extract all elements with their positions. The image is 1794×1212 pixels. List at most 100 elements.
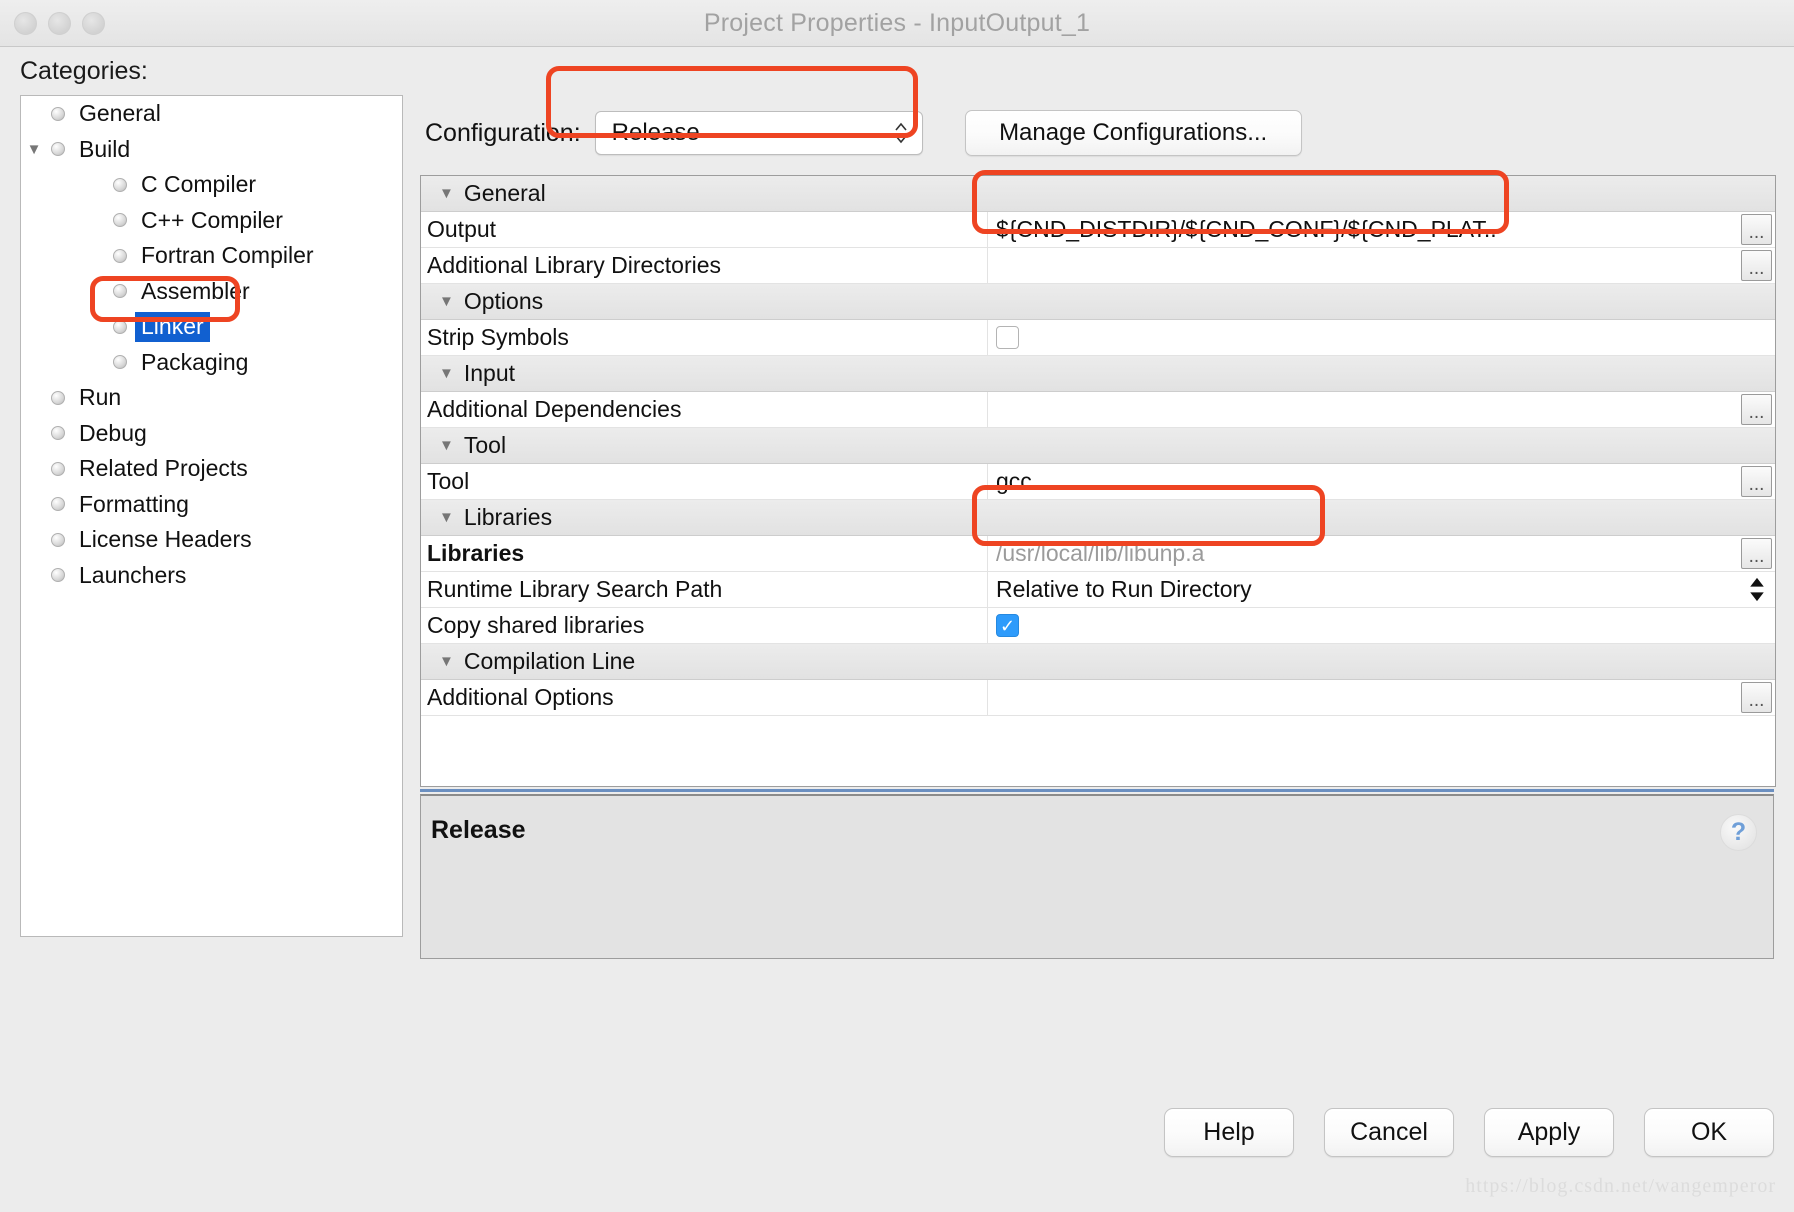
property-group-general[interactable]: ▼ General bbox=[421, 176, 1775, 212]
apply-button[interactable]: Apply bbox=[1484, 1108, 1614, 1157]
tree-expand-arrow-icon[interactable]: ▼ bbox=[21, 141, 47, 158]
configuration-select[interactable]: Release bbox=[594, 111, 923, 155]
property-label: Libraries bbox=[421, 536, 988, 571]
checkbox-strip-symbols[interactable] bbox=[996, 326, 1019, 349]
tree-node-bullet-icon bbox=[109, 355, 131, 370]
property-row-output: Output ${CND_DISTDIR}/${CND_CONF}/${CND_P… bbox=[421, 212, 1775, 248]
sidebar-item-label: General bbox=[79, 100, 161, 127]
sidebar-item-license-headers[interactable]: License Headers bbox=[21, 522, 402, 558]
sidebar-item-label: Formatting bbox=[79, 490, 189, 517]
sidebar-item-formatting[interactable]: Formatting bbox=[21, 487, 402, 523]
property-label: Output bbox=[421, 212, 988, 247]
browse-ellipsis-button-libraries[interactable]: ... bbox=[1741, 538, 1772, 569]
sidebar-item-general[interactable]: General bbox=[21, 96, 402, 132]
tree-node-bullet-icon bbox=[47, 390, 69, 405]
property-label: Additional Options bbox=[421, 680, 988, 715]
property-value-field-additional-library-directories[interactable]: ... bbox=[988, 248, 1775, 283]
project-properties-window: Project Properties - InputOutput_1 Categ… bbox=[0, 0, 1794, 1212]
checkbox-copy-shared-libraries[interactable]: ✓ bbox=[996, 614, 1019, 637]
dialog-body: Categories: General ▼ Build C Compiler C++ C… bbox=[0, 47, 1794, 1212]
tree-node-bullet-icon bbox=[47, 461, 69, 476]
tree-node-bullet-icon bbox=[47, 532, 69, 547]
property-value-field-copy-shared-libraries[interactable]: ✓ bbox=[988, 608, 1775, 643]
property-value-field-output[interactable]: ${CND_DISTDIR}/${CND_CONF}/${CND_PLAT...… bbox=[988, 212, 1775, 247]
property-row-tool: Tool gcc... bbox=[421, 464, 1775, 500]
property-group-compilation-line[interactable]: ▼ Compilation Line bbox=[421, 644, 1775, 680]
property-group-label: Options bbox=[463, 288, 544, 314]
chevron-down-icon[interactable]: ▼ bbox=[439, 185, 454, 202]
manage-configurations-button[interactable]: Manage Configurations... bbox=[964, 110, 1302, 156]
watermark-text: https://blog.csdn.net/wangemperor bbox=[1465, 1175, 1776, 1197]
chevron-updown-icon bbox=[894, 120, 908, 146]
categories-tree[interactable]: General ▼ Build C Compiler C++ Compiler Fortr… bbox=[20, 95, 403, 937]
ok-button[interactable]: OK bbox=[1644, 1108, 1774, 1157]
browse-ellipsis-button-output[interactable]: ... bbox=[1741, 214, 1772, 245]
sidebar-item-linker[interactable]: Linker bbox=[21, 309, 402, 345]
property-group-label: Libraries bbox=[463, 504, 553, 530]
sidebar-item-launchers[interactable]: Launchers bbox=[21, 558, 402, 594]
property-label: Strip Symbols bbox=[421, 320, 988, 355]
sidebar-item-build[interactable]: ▼ Build bbox=[21, 132, 402, 168]
property-row-runtime-library-search-path: Runtime Library Search Path Relative to R… bbox=[421, 572, 1775, 608]
property-value-field-strip-symbols[interactable] bbox=[988, 320, 1775, 355]
property-value-field-additional-dependencies[interactable]: ... bbox=[988, 392, 1775, 427]
property-group-libraries[interactable]: ▼ Libraries bbox=[421, 500, 1775, 536]
description-panel: Release ? bbox=[420, 794, 1774, 959]
sidebar-item-label: Launchers bbox=[79, 561, 187, 588]
property-group-label: Tool bbox=[463, 432, 507, 458]
sidebar-item-run[interactable]: Run bbox=[21, 380, 402, 416]
sidebar-item-c-compiler[interactable]: C Compiler bbox=[21, 167, 402, 203]
sidebar-item-label: Related Projects bbox=[79, 455, 248, 482]
tree-node-bullet-icon bbox=[47, 497, 69, 512]
property-row-additional-options: Additional Options... bbox=[421, 680, 1775, 716]
browse-ellipsis-button-additional-dependencies[interactable]: ... bbox=[1741, 394, 1772, 425]
stepper-updown-icon-runtime-library-search-path[interactable] bbox=[1747, 575, 1767, 604]
sidebar-item-related-projects[interactable]: Related Projects bbox=[21, 451, 402, 487]
title-bar: Project Properties - InputOutput_1 bbox=[0, 0, 1794, 47]
property-row-additional-library-directories: Additional Library Directories... bbox=[421, 248, 1775, 284]
property-group-label: Input bbox=[463, 360, 516, 386]
property-value-field-tool[interactable]: gcc... bbox=[988, 464, 1775, 499]
cancel-button[interactable]: Cancel bbox=[1324, 1108, 1454, 1157]
sidebar-item-packaging[interactable]: Packaging bbox=[21, 345, 402, 381]
sidebar-item-c-compiler[interactable]: C++ Compiler bbox=[21, 203, 402, 239]
property-value-field-additional-options[interactable]: ... bbox=[988, 680, 1775, 715]
chevron-down-icon[interactable]: ▼ bbox=[439, 509, 454, 526]
property-value-text: ${CND_DISTDIR}/${CND_CONF}/${CND_PLAT.. bbox=[996, 216, 1497, 242]
tree-node-bullet-icon bbox=[109, 284, 131, 299]
sidebar-item-debug[interactable]: Debug bbox=[21, 416, 402, 452]
sidebar-item-fortran-compiler[interactable]: Fortran Compiler bbox=[21, 238, 402, 274]
property-group-input[interactable]: ▼ Input bbox=[421, 356, 1775, 392]
browse-ellipsis-button-tool[interactable]: ... bbox=[1741, 466, 1772, 497]
window-title: Project Properties - InputOutput_1 bbox=[703, 9, 1091, 37]
browse-ellipsis-button-additional-library-directories[interactable]: ... bbox=[1741, 250, 1772, 281]
property-value-text: /usr/local/lib/libunp.a bbox=[996, 540, 1205, 566]
description-title: Release bbox=[431, 816, 526, 844]
property-group-label: General bbox=[463, 180, 546, 206]
help-button[interactable]: Help bbox=[1164, 1108, 1294, 1157]
sidebar-item-label: Linker bbox=[135, 311, 210, 342]
tree-node-bullet-icon bbox=[47, 142, 69, 157]
property-value-field-runtime-library-search-path[interactable]: Relative to Run Directory bbox=[988, 572, 1775, 607]
tree-node-bullet-icon bbox=[47, 568, 69, 583]
sidebar-item-assembler[interactable]: Assembler bbox=[21, 274, 402, 310]
property-group-label: Compilation Line bbox=[463, 648, 636, 674]
chevron-down-icon[interactable]: ▼ bbox=[439, 437, 454, 454]
panel-divider bbox=[420, 789, 1774, 792]
chevron-down-icon[interactable]: ▼ bbox=[439, 365, 454, 382]
chevron-down-icon[interactable]: ▼ bbox=[439, 653, 454, 670]
property-group-tool[interactable]: ▼ Tool bbox=[421, 428, 1775, 464]
properties-table[interactable]: ▼ General Output ${CND_DISTDIR}/${CND_CONF}… bbox=[420, 175, 1776, 787]
help-icon[interactable]: ? bbox=[1720, 814, 1757, 851]
sidebar-item-label: Packaging bbox=[141, 348, 249, 375]
property-value-text: gcc bbox=[996, 468, 1032, 494]
dialog-footer: Help Cancel Apply OK bbox=[1164, 1108, 1774, 1157]
property-group-options[interactable]: ▼ Options bbox=[421, 284, 1775, 320]
configuration-label: Configuration: bbox=[425, 118, 581, 147]
property-value-field-libraries[interactable]: /usr/local/lib/libunp.a... bbox=[988, 536, 1775, 571]
sidebar-item-label: Build bbox=[79, 135, 131, 162]
browse-ellipsis-button-additional-options[interactable]: ... bbox=[1741, 682, 1772, 713]
stepper-svg bbox=[1750, 577, 1764, 602]
tree-node-bullet-icon bbox=[47, 426, 69, 441]
chevron-down-icon[interactable]: ▼ bbox=[439, 293, 454, 310]
